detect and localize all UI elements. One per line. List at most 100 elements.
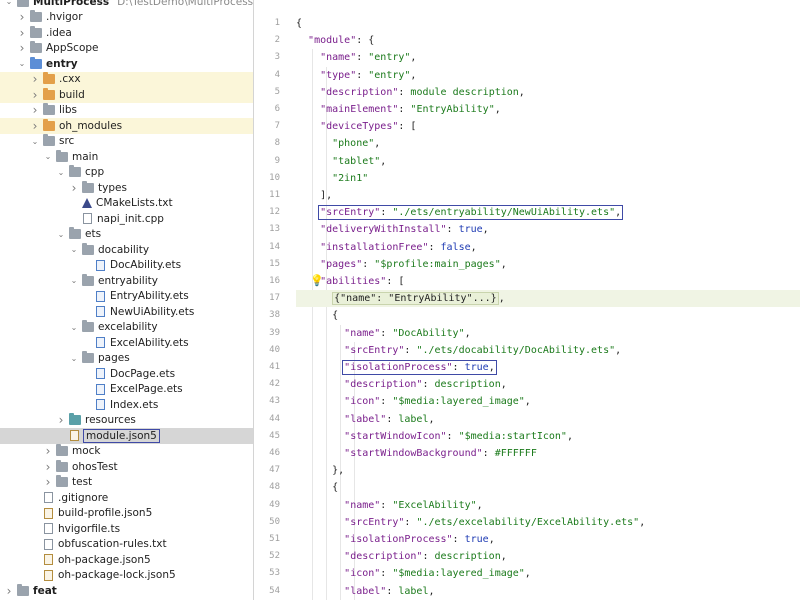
tree-item-entryability-ets[interactable]: EntryAbility.ets: [0, 289, 253, 305]
code-line[interactable]: "name": "entry",: [296, 49, 800, 66]
chevron-down-icon[interactable]: ⌄: [56, 230, 66, 239]
tree-item-hvigor[interactable]: › .hvigor: [0, 10, 253, 26]
code-editor[interactable]: { "module": { "name": "entry", "type": "…: [296, 0, 800, 600]
tree-item-gitignore[interactable]: .gitignore: [0, 490, 253, 506]
code-line[interactable]: "description": description,: [296, 548, 800, 565]
tree-item-index-ets[interactable]: Index.ets: [0, 397, 253, 413]
tree-item-idea[interactable]: › .idea: [0, 25, 253, 41]
chevron-down-icon[interactable]: ⌄: [4, 0, 14, 6]
tree-item-test[interactable]: › test: [0, 475, 253, 491]
chevron-right-icon[interactable]: ›: [17, 10, 27, 24]
chevron-right-icon[interactable]: ›: [17, 26, 27, 40]
code-line[interactable]: "srcEntry": "./ets/entryability/NewUiAbi…: [296, 204, 800, 221]
chevron-down-icon[interactable]: ⌄: [30, 137, 40, 146]
tree-item-excelability[interactable]: ⌄ excelability: [0, 320, 253, 336]
tree-item-docability-ets[interactable]: DocAbility.ets: [0, 258, 253, 274]
tree-item-build-profile-json5[interactable]: build-profile.json5: [0, 506, 253, 522]
code-line[interactable]: {: [296, 15, 800, 32]
tree-item-appscope[interactable]: › AppScope: [0, 41, 253, 57]
tree-item-src[interactable]: ⌄ src: [0, 134, 253, 150]
code-line[interactable]: "isolationProcess": true,: [296, 359, 800, 376]
tree-item-feat[interactable]: › feat: [0, 583, 253, 599]
tree-item-libs[interactable]: › libs: [0, 103, 253, 119]
tree-item-label: .cxx: [59, 73, 81, 86]
chevron-right-icon[interactable]: ›: [43, 475, 53, 489]
tree-item-hvigorfile-ts[interactable]: hvigorfile.ts: [0, 521, 253, 537]
chevron-down-icon[interactable]: ⌄: [69, 276, 79, 285]
code-line[interactable]: "name": "DocAbility",: [296, 325, 800, 342]
chevron-down-icon[interactable]: ⌄: [56, 168, 66, 177]
code-line[interactable]: "name": "ExcelAbility",: [296, 497, 800, 514]
chevron-right-icon[interactable]: ›: [4, 584, 14, 598]
code-line[interactable]: "mainElement": "EntryAbility",: [296, 101, 800, 118]
chevron-right-icon[interactable]: ›: [56, 413, 66, 427]
tree-item-docpage-ets[interactable]: DocPage.ets: [0, 366, 253, 382]
chevron-right-icon[interactable]: ›: [30, 72, 40, 86]
code-line[interactable]: "srcEntry": "./ets/excelability/ExcelAbi…: [296, 514, 800, 531]
tree-item-oh-modules[interactable]: › oh_modules: [0, 118, 253, 134]
tree-item-ohostest[interactable]: › ohosTest: [0, 459, 253, 475]
tree-item-cmakelists-txt[interactable]: CMakeLists.txt: [0, 196, 253, 212]
chevron-down-icon[interactable]: ⌄: [69, 354, 79, 363]
code-line[interactable]: {: [296, 479, 800, 496]
tree-item-ets[interactable]: ⌄ ets: [0, 227, 253, 243]
json-key: "label": [344, 585, 387, 597]
chevron-right-icon[interactable]: ›: [30, 88, 40, 102]
code-line[interactable]: "module": {: [296, 32, 800, 49]
code-line[interactable]: "phone",: [296, 135, 800, 152]
code-line[interactable]: "abilities": [: [296, 273, 800, 290]
tree-item-main[interactable]: ⌄ main: [0, 149, 253, 165]
tree-item-pages[interactable]: ⌄ pages: [0, 351, 253, 367]
tree-item-oh-package-lock-json5[interactable]: oh-package-lock.json5: [0, 568, 253, 584]
chevron-right-icon[interactable]: ›: [17, 41, 27, 55]
chevron-right-icon[interactable]: ›: [30, 119, 40, 133]
code-line[interactable]: {"name": "EntryAbility"...},: [296, 290, 800, 308]
tree-item-excelpage-ets[interactable]: ExcelPage.ets: [0, 382, 253, 398]
chevron-down-icon[interactable]: ⌄: [43, 152, 53, 161]
chevron-down-icon[interactable]: ⌄: [17, 59, 27, 68]
code-line[interactable]: "label": label,: [296, 583, 800, 600]
code-line[interactable]: "2in1": [296, 170, 800, 187]
tree-item-build[interactable]: › build: [0, 87, 253, 103]
chevron-right-icon[interactable]: ›: [30, 103, 40, 117]
tree-item-oh-package-json5[interactable]: oh-package.json5: [0, 552, 253, 568]
tree-item-excelability-ets[interactable]: ExcelAbility.ets: [0, 335, 253, 351]
tree-item-entry[interactable]: ⌄ entry: [0, 56, 253, 72]
code-line[interactable]: "icon": "$media:layered_image",: [296, 393, 800, 410]
tree-item-cpp[interactable]: ⌄ cpp: [0, 165, 253, 181]
code-line[interactable]: "label": label,: [296, 411, 800, 428]
tree-item-types[interactable]: › types: [0, 180, 253, 196]
code-line[interactable]: "description": module description,: [296, 84, 800, 101]
code-line[interactable]: "icon": "$media:layered_image",: [296, 565, 800, 582]
code-line[interactable]: ],: [296, 187, 800, 204]
chevron-down-icon[interactable]: ⌄: [69, 245, 79, 254]
tree-item-module-json5[interactable]: module.json5: [0, 428, 253, 444]
tree-item-cxx[interactable]: › .cxx: [0, 71, 253, 87]
folded-block[interactable]: {"name": "EntryAbility"...}: [332, 292, 499, 306]
tree-item-docability[interactable]: ⌄ docability: [0, 242, 253, 258]
chevron-right-icon[interactable]: ›: [43, 460, 53, 474]
code-line[interactable]: "isolationProcess": true,: [296, 531, 800, 548]
code-line[interactable]: {: [296, 307, 800, 324]
tree-item-obfuscation-rules-txt[interactable]: obfuscation-rules.txt: [0, 537, 253, 553]
code-line[interactable]: "description": description,: [296, 376, 800, 393]
chevron-right-icon[interactable]: ›: [43, 444, 53, 458]
code-line[interactable]: "startWindowBackground": #FFFFFF: [296, 445, 800, 462]
code-line[interactable]: "deviceTypes": [: [296, 118, 800, 135]
chevron-right-icon[interactable]: ›: [69, 181, 79, 195]
code-line[interactable]: "deliveryWithInstall": true,: [296, 221, 800, 238]
tree-item-multiprocess[interactable]: ⌄ MultiProcess D:\TestDemo\MultiProcess: [0, 0, 253, 10]
code-line[interactable]: "startWindowIcon": "$media:startIcon",: [296, 428, 800, 445]
code-line[interactable]: "pages": "$profile:main_pages",: [296, 256, 800, 273]
tree-item-resources[interactable]: › resources: [0, 413, 253, 429]
tree-item-napi-init-cpp[interactable]: napi_init.cpp: [0, 211, 253, 227]
code-line[interactable]: "type": "entry",: [296, 67, 800, 84]
code-line[interactable]: "srcEntry": "./ets/docability/DocAbility…: [296, 342, 800, 359]
chevron-down-icon[interactable]: ⌄: [69, 323, 79, 332]
code-line[interactable]: "tablet",: [296, 153, 800, 170]
code-line[interactable]: "installationFree": false,: [296, 239, 800, 256]
tree-item-mock[interactable]: › mock: [0, 444, 253, 460]
code-line[interactable]: },: [296, 462, 800, 479]
tree-item-newuiability-ets[interactable]: NewUiAbility.ets: [0, 304, 253, 320]
tree-item-entryability[interactable]: ⌄ entryability: [0, 273, 253, 289]
